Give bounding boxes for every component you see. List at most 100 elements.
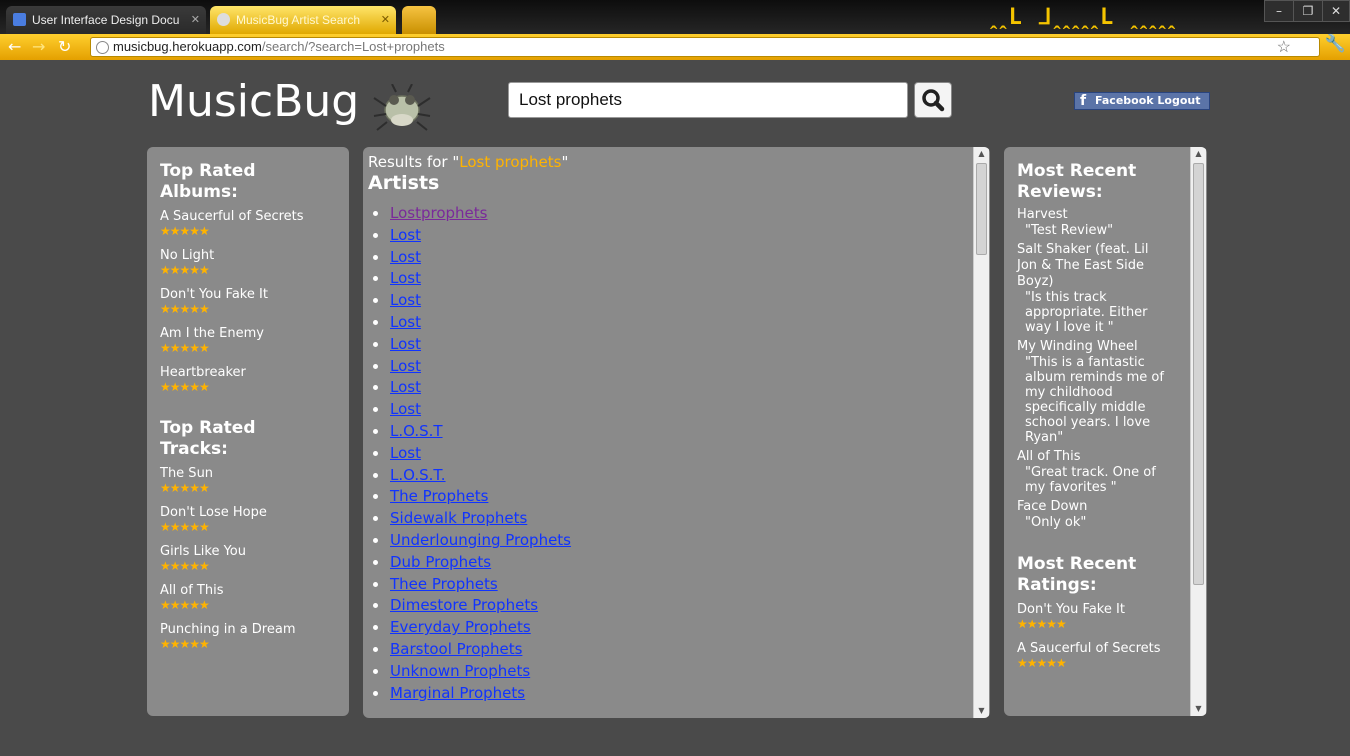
- list-item[interactable]: A Saucerful of Secrets ★★★★★: [1017, 641, 1187, 680]
- artist-link[interactable]: Lost: [390, 378, 421, 396]
- rating-stars: ★★★★★: [160, 559, 210, 573]
- artist-link[interactable]: Dimestore Prophets: [390, 596, 538, 614]
- reviews-scrollbar[interactable]: ▲ ▼: [1190, 147, 1206, 716]
- search-button[interactable]: [914, 82, 952, 118]
- review-item[interactable]: Salt Shaker (feat. Lil Jon & The East Si…: [1017, 242, 1187, 335]
- reload-icon[interactable]: ↻: [58, 38, 71, 56]
- artist-link[interactable]: Lost: [390, 248, 421, 266]
- back-arrow-icon[interactable]: ←: [8, 38, 21, 56]
- list-item: L.O.S.T.: [368, 465, 968, 487]
- review-item[interactable]: Face Down "Only ok": [1017, 499, 1187, 530]
- review-item[interactable]: All of This "Great track. One of my favo…: [1017, 449, 1187, 495]
- scroll-down-icon[interactable]: ▼: [1191, 702, 1206, 716]
- artist-results-list: Lostprophets Lost Lost Lost Lost Lost Lo…: [368, 203, 968, 704]
- close-icon[interactable]: ✕: [381, 6, 390, 34]
- artist-link[interactable]: Barstool Prophets: [390, 640, 522, 658]
- facebook-logout-button[interactable]: f Facebook Logout: [1074, 92, 1210, 110]
- top-tracks-list: The Sun ★★★★★ Don't Lose Hope ★★★★★ Girls …: [160, 466, 340, 661]
- list-item: Underlounging Prophets: [368, 530, 968, 552]
- list-item: Dimestore Prophets: [368, 595, 968, 617]
- artist-link[interactable]: Lost: [390, 291, 421, 309]
- recent-activity-panel: Most Recent Reviews: Harvest "Test Revie…: [1004, 147, 1207, 716]
- minimize-button[interactable]: –: [1264, 0, 1294, 22]
- list-item: Lost: [368, 247, 968, 269]
- recent-ratings-list: Don't You Fake It ★★★★★ A Saucerful of Se…: [1017, 602, 1187, 680]
- close-icon[interactable]: ✕: [191, 6, 200, 34]
- artist-link[interactable]: Unknown Prophets: [390, 662, 530, 680]
- artist-link[interactable]: Lost: [390, 444, 421, 462]
- site-logo[interactable]: MusicBug: [148, 76, 359, 127]
- rating-stars: ★★★★★: [160, 341, 210, 355]
- list-item: Everyday Prophets: [368, 617, 968, 639]
- list-item[interactable]: Don't You Fake It ★★★★★: [160, 287, 340, 326]
- search-input[interactable]: [508, 82, 908, 118]
- close-window-button[interactable]: ✕: [1322, 0, 1350, 22]
- list-item: Lost: [368, 334, 968, 356]
- list-item[interactable]: Am I the Enemy ★★★★★: [160, 326, 340, 365]
- rating-stars: ★★★★★: [160, 302, 210, 316]
- list-item: Lost: [368, 312, 968, 334]
- list-item: Unknown Prophets: [368, 661, 968, 683]
- list-item: Lost: [368, 399, 968, 421]
- list-item: Sidewalk Prophets: [368, 508, 968, 530]
- artist-link[interactable]: Lost: [390, 335, 421, 353]
- browser-chrome: User Interface Design Docu ✕ MusicBug Ar…: [0, 0, 1350, 60]
- results-scrollbar[interactable]: ▲ ▼: [973, 147, 989, 718]
- artist-link[interactable]: Marginal Prophets: [390, 684, 525, 702]
- artist-link[interactable]: Lost: [390, 226, 421, 244]
- loading-icon: [217, 13, 230, 26]
- forward-arrow-icon[interactable]: →: [32, 38, 45, 56]
- list-item[interactable]: The Sun ★★★★★: [160, 466, 340, 505]
- list-item: L.O.S.T: [368, 421, 968, 443]
- list-item: Lost: [368, 290, 968, 312]
- artist-link[interactable]: L.O.S.T.: [390, 466, 446, 484]
- artist-link[interactable]: Dub Prophets: [390, 553, 491, 571]
- bookmark-star-icon[interactable]: ☆: [1277, 39, 1291, 57]
- new-tab-button[interactable]: [402, 6, 436, 34]
- scroll-up-icon[interactable]: ▲: [974, 147, 989, 161]
- document-icon: [13, 13, 26, 26]
- list-item[interactable]: All of This ★★★★★: [160, 583, 340, 622]
- review-item[interactable]: Harvest "Test Review": [1017, 207, 1187, 238]
- maximize-button[interactable]: ❐: [1293, 0, 1323, 22]
- search-results-panel: Results for "Lost prophets" Artists Lost…: [363, 147, 990, 718]
- list-item: Lost: [368, 443, 968, 465]
- review-item[interactable]: My Winding Wheel "This is a fantastic al…: [1017, 339, 1187, 445]
- artist-link[interactable]: Sidewalk Prophets: [390, 509, 527, 527]
- recent-reviews-list: Harvest "Test Review" Salt Shaker (feat.…: [1017, 207, 1187, 530]
- address-bar[interactable]: musicbug.herokuapp.com/search/?search=Lo…: [90, 37, 1320, 57]
- artist-link[interactable]: L.O.S.T: [390, 422, 443, 440]
- list-item: The Prophets: [368, 486, 968, 508]
- list-item[interactable]: Girls Like You ★★★★★: [160, 544, 340, 583]
- scroll-down-icon[interactable]: ▼: [974, 704, 989, 718]
- recent-reviews-heading: Most Recent Reviews:: [1017, 161, 1137, 202]
- list-item[interactable]: No Light ★★★★★: [160, 248, 340, 287]
- artist-link[interactable]: Underlounging Prophets: [390, 531, 571, 549]
- url-path: /search/?search=Lost+prophets: [261, 39, 445, 54]
- scrollbar-thumb[interactable]: [976, 163, 987, 255]
- artist-link[interactable]: Lost: [390, 269, 421, 287]
- tab-title: MusicBug Artist Search: [236, 13, 361, 27]
- list-item: Marginal Prophets: [368, 683, 968, 705]
- scroll-up-icon[interactable]: ▲: [1191, 147, 1206, 161]
- tab-ui-design-doc[interactable]: User Interface Design Docu ✕: [6, 6, 206, 34]
- artist-link[interactable]: Everyday Prophets: [390, 618, 531, 636]
- artist-link[interactable]: Thee Prophets: [390, 575, 498, 593]
- artist-link[interactable]: The Prophets: [390, 487, 488, 505]
- list-item[interactable]: Punching in a Dream ★★★★★: [160, 622, 340, 661]
- tab-musicbug-search[interactable]: MusicBug Artist Search ✕: [210, 6, 396, 34]
- scrollbar-thumb[interactable]: [1193, 163, 1204, 585]
- url-host: musicbug.herokuapp.com: [113, 39, 262, 54]
- list-item[interactable]: Heartbreaker ★★★★★: [160, 365, 340, 404]
- list-item[interactable]: A Saucerful of Secrets ★★★★★: [160, 209, 340, 248]
- list-item: Barstool Prophets: [368, 639, 968, 661]
- top-albums-list: A Saucerful of Secrets ★★★★★ No Light ★★★★…: [160, 209, 340, 404]
- wrench-icon[interactable]: 🔧: [1325, 34, 1346, 54]
- list-item[interactable]: Don't Lose Hope ★★★★★: [160, 505, 340, 544]
- artist-link[interactable]: Lostprophets: [390, 204, 487, 222]
- list-item[interactable]: Don't You Fake It ★★★★★: [1017, 602, 1187, 641]
- artist-link[interactable]: Lost: [390, 313, 421, 331]
- rating-stars: ★★★★★: [160, 263, 210, 277]
- artist-link[interactable]: Lost: [390, 357, 421, 375]
- artist-link[interactable]: Lost: [390, 400, 421, 418]
